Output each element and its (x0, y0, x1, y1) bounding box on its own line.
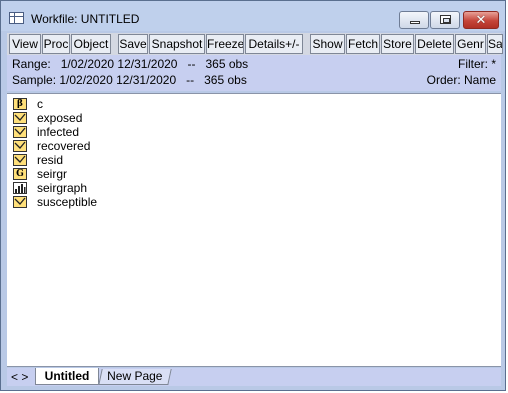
series-icon (13, 154, 27, 166)
close-button[interactable]: ✕ (463, 11, 499, 29)
toolbar: View Proc Object Save Snapshot Freeze De… (7, 33, 503, 55)
order-info[interactable]: Order: Name (427, 73, 496, 87)
graph-icon (13, 182, 27, 194)
object-name: seirgr (37, 167, 68, 181)
series-icon (13, 112, 27, 124)
object-name: recovered (37, 139, 91, 153)
range-info[interactable]: Range: 1/02/2020 12/31/2020 -- 365 obs (12, 57, 248, 71)
workfile-info: Range: 1/02/2020 12/31/2020 -- 365 obs S… (7, 55, 501, 91)
tab-new-page[interactable]: New Page (98, 369, 172, 385)
store-button[interactable]: Store (381, 34, 414, 54)
close-icon: ✕ (475, 12, 487, 27)
object-list: β c exposed infected recovered resid G s… (7, 93, 501, 367)
object-name: exposed (37, 111, 83, 125)
filter-info[interactable]: Filter: * (458, 57, 496, 71)
object-name: resid (37, 153, 64, 167)
freeze-button[interactable]: Freeze (206, 34, 244, 54)
group-icon: G (13, 168, 27, 180)
window-title: Workfile: UNTITLED (31, 12, 140, 26)
minimize-button[interactable] (399, 11, 429, 29)
tab-untitled[interactable]: Untitled (35, 368, 99, 385)
view-button[interactable]: View (9, 34, 41, 54)
delete-button[interactable]: Delete (415, 34, 454, 54)
minimize-icon (410, 21, 420, 24)
fetch-button[interactable]: Fetch (346, 34, 380, 54)
object-button[interactable]: Object (71, 34, 111, 54)
sample-info[interactable]: Sample: 1/02/2020 12/31/2020 -- 365 obs (12, 73, 247, 87)
genr-button[interactable]: Genr (455, 34, 486, 54)
series-icon (13, 126, 27, 138)
page-tab-bar: < > Untitled New Page (7, 368, 501, 386)
tab-new-page-label: New Page (107, 369, 163, 383)
details-button[interactable]: Details+/- (245, 34, 303, 54)
maximize-button[interactable] (430, 11, 460, 29)
object-name: seirgraph (37, 181, 88, 195)
title-bar[interactable]: Workfile: UNTITLED ✕ (1, 1, 505, 31)
proc-button[interactable]: Proc (42, 34, 70, 54)
sample-button[interactable]: Sa (487, 34, 503, 54)
maximize-icon (440, 15, 451, 24)
object-name: susceptible (37, 195, 98, 209)
series-icon (13, 140, 27, 152)
series-icon (13, 196, 27, 208)
snapshot-button[interactable]: Snapshot (149, 34, 205, 54)
show-button[interactable]: Show (310, 34, 345, 54)
coef-icon: β (13, 98, 27, 110)
object-name: infected (37, 125, 80, 139)
workfile-window: Workfile: UNTITLED ✕ View Proc Object Sa… (0, 0, 506, 391)
page-nav-arrows[interactable]: < > (11, 370, 28, 384)
save-button[interactable]: Save (118, 34, 148, 54)
workfile-icon (9, 12, 24, 24)
object-name: c (37, 97, 43, 111)
